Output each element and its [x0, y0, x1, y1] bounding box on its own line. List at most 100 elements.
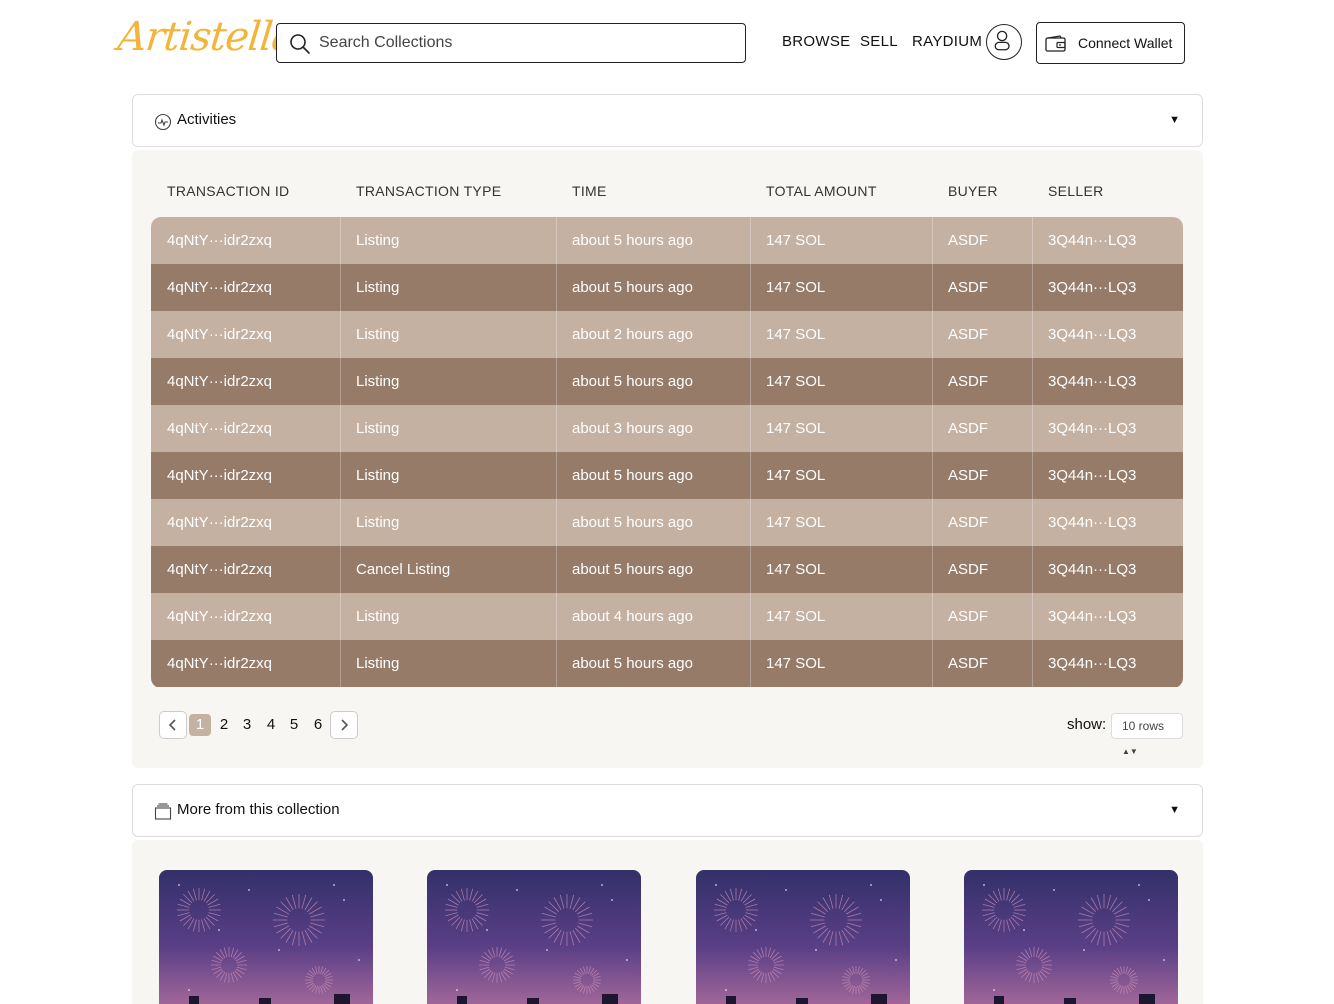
- table-cell: Cancel Listing: [356, 561, 451, 578]
- show-label: show:: [1067, 716, 1107, 733]
- cell-divider: [932, 358, 933, 405]
- cell-divider: [556, 311, 557, 358]
- nav-browse[interactable]: BROWSE: [782, 33, 850, 50]
- table-cell: 147 SOL: [766, 232, 826, 249]
- connect-wallet-button[interactable]: Connect Wallet: [1036, 22, 1185, 64]
- collection-accordion[interactable]: More from this collection ▼: [132, 784, 1203, 837]
- table-cell: ASDF: [948, 373, 989, 390]
- table-cell: 4qNtY···idr2zxq: [167, 655, 273, 672]
- table-cell: ASDF: [948, 561, 989, 578]
- cell-divider: [750, 311, 751, 358]
- page-4[interactable]: 4: [260, 714, 282, 736]
- table-cell: ASDF: [948, 326, 989, 343]
- activities-title: Activities: [177, 111, 237, 128]
- cell-divider: [932, 217, 933, 264]
- prev-page-button[interactable]: [159, 711, 187, 739]
- table-cell: 4qNtY···idr2zxq: [167, 608, 273, 625]
- cell-divider: [340, 358, 341, 405]
- page-5[interactable]: 5: [283, 714, 305, 736]
- nav-raydium[interactable]: RAYDIUM: [912, 33, 982, 50]
- table-cell: Listing: [356, 420, 400, 437]
- activity-icon: [154, 113, 172, 131]
- rows-per-page-value: 10 rows: [1122, 719, 1165, 733]
- cell-divider: [556, 358, 557, 405]
- cell-divider: [340, 405, 341, 452]
- collection-card[interactable]: [159, 870, 373, 1004]
- activities-accordion[interactable]: Activities ▼: [132, 94, 1203, 147]
- user-icon: [994, 30, 1010, 51]
- table-row[interactable]: 4qNtY···idr2zxq Cancel Listing about 5 hou…: [151, 546, 1183, 593]
- table-row[interactable]: 4qNtY···idr2zxq Listing about 3 hours ago 1…: [151, 405, 1183, 452]
- table-cell: 147 SOL: [766, 467, 826, 484]
- table-cell: 3Q44n···LQ3: [1048, 514, 1137, 531]
- cell-divider: [556, 593, 557, 640]
- collection-icon: [154, 803, 172, 820]
- column-header: TOTAL AMOUNT: [766, 183, 877, 199]
- page-3[interactable]: 3: [236, 714, 258, 736]
- table-cell: 147 SOL: [766, 326, 826, 343]
- cell-divider: [556, 546, 557, 593]
- page-1[interactable]: 1: [189, 714, 211, 736]
- table-cell: about 5 hours ago: [572, 467, 693, 484]
- rows-per-page-select[interactable]: 10 rows ▲▼: [1111, 713, 1183, 756]
- artwork-image: [427, 870, 641, 1004]
- page-2[interactable]: 2: [213, 714, 235, 736]
- cell-divider: [556, 217, 557, 264]
- table-cell: 4qNtY···idr2zxq: [167, 467, 273, 484]
- table-row[interactable]: 4qNtY···idr2zxq Listing about 5 hours ago 1…: [151, 452, 1183, 499]
- table-cell: 3Q44n···LQ3: [1048, 279, 1137, 296]
- table-cell: about 5 hours ago: [572, 561, 693, 578]
- cell-divider: [932, 546, 933, 593]
- profile-button[interactable]: [986, 24, 1022, 60]
- cell-divider: [932, 264, 933, 311]
- cell-divider: [556, 405, 557, 452]
- column-header: BUYER: [948, 183, 998, 199]
- table-cell: 4qNtY···idr2zxq: [167, 420, 273, 437]
- activities-panel: TRANSACTION ID TRANSACTION TYPE TIME TOT…: [132, 150, 1203, 768]
- cell-divider: [750, 593, 751, 640]
- cell-divider: [556, 640, 557, 687]
- nav-sell[interactable]: SELL: [860, 33, 898, 50]
- table-cell: 3Q44n···LQ3: [1048, 420, 1137, 437]
- cell-divider: [556, 264, 557, 311]
- table-row[interactable]: 4qNtY···idr2zxq Listing about 5 hours ago 1…: [151, 358, 1183, 405]
- cell-divider: [340, 264, 341, 311]
- table-row[interactable]: 4qNtY···idr2zxq Listing about 5 hours ago 1…: [151, 217, 1183, 264]
- column-header: TIME: [572, 183, 607, 199]
- cell-divider: [1032, 264, 1033, 311]
- cell-divider: [340, 311, 341, 358]
- collection-panel: [132, 840, 1203, 1004]
- table-cell: about 5 hours ago: [572, 373, 693, 390]
- cell-divider: [1032, 358, 1033, 405]
- search-box[interactable]: [276, 23, 746, 63]
- cell-divider: [750, 217, 751, 264]
- table-cell: 4qNtY···idr2zxq: [167, 232, 273, 249]
- header: Artistella BROWSE SELL RAYDIUM Connect W…: [0, 0, 1334, 85]
- cell-divider: [932, 405, 933, 452]
- search-input[interactable]: [319, 29, 729, 57]
- cell-divider: [1032, 546, 1033, 593]
- artwork-image: [696, 870, 910, 1004]
- table-cell: ASDF: [948, 279, 989, 296]
- table-row[interactable]: 4qNtY···idr2zxq Listing about 2 hours ago 1…: [151, 311, 1183, 358]
- page-6[interactable]: 6: [307, 714, 329, 736]
- table-row[interactable]: 4qNtY···idr2zxq Listing about 5 hours ago 1…: [151, 264, 1183, 311]
- table-cell: 147 SOL: [766, 655, 826, 672]
- cell-divider: [750, 546, 751, 593]
- cell-divider: [556, 499, 557, 546]
- cell-divider: [750, 640, 751, 687]
- table-cell: 3Q44n···LQ3: [1048, 608, 1137, 625]
- table-cell: ASDF: [948, 420, 989, 437]
- table-row[interactable]: 4qNtY···idr2zxq Listing about 5 hours ago 1…: [151, 499, 1183, 546]
- table-cell: 147 SOL: [766, 279, 826, 296]
- collection-card[interactable]: [427, 870, 641, 1004]
- table-row[interactable]: 4qNtY···idr2zxq Listing about 5 hours ago 1…: [151, 640, 1183, 687]
- collection-card[interactable]: [964, 870, 1178, 1004]
- collection-card[interactable]: [696, 870, 910, 1004]
- table-cell: 147 SOL: [766, 608, 826, 625]
- next-page-button[interactable]: [330, 711, 358, 739]
- cell-divider: [340, 640, 341, 687]
- table-row[interactable]: 4qNtY···idr2zxq Listing about 4 hours ago 1…: [151, 593, 1183, 640]
- logo[interactable]: Artistella: [116, 14, 297, 60]
- artwork-image: [964, 870, 1178, 1004]
